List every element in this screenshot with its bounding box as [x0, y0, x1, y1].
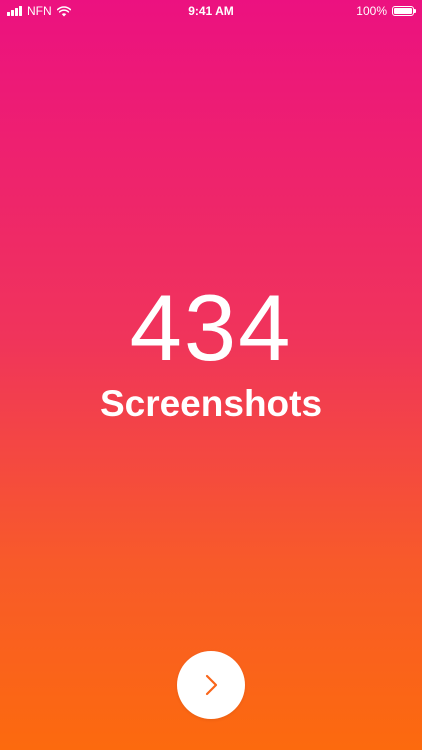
- battery-percentage: 100%: [356, 4, 387, 18]
- battery-level: [394, 8, 412, 14]
- screenshot-summary: 434 Screenshots: [0, 280, 422, 426]
- battery-icon: [392, 6, 416, 16]
- chevron-right-icon: [205, 674, 218, 696]
- app-screen: NFN 9:41 AM 100% 434 Screenshots: [0, 0, 422, 750]
- status-bar: NFN 9:41 AM 100%: [0, 0, 422, 22]
- screenshot-count: 434: [129, 275, 293, 380]
- next-button[interactable]: [177, 651, 245, 719]
- screenshot-label: Screenshots: [99, 383, 323, 424]
- battery-cap: [414, 9, 416, 13]
- status-right: 100%: [356, 0, 416, 22]
